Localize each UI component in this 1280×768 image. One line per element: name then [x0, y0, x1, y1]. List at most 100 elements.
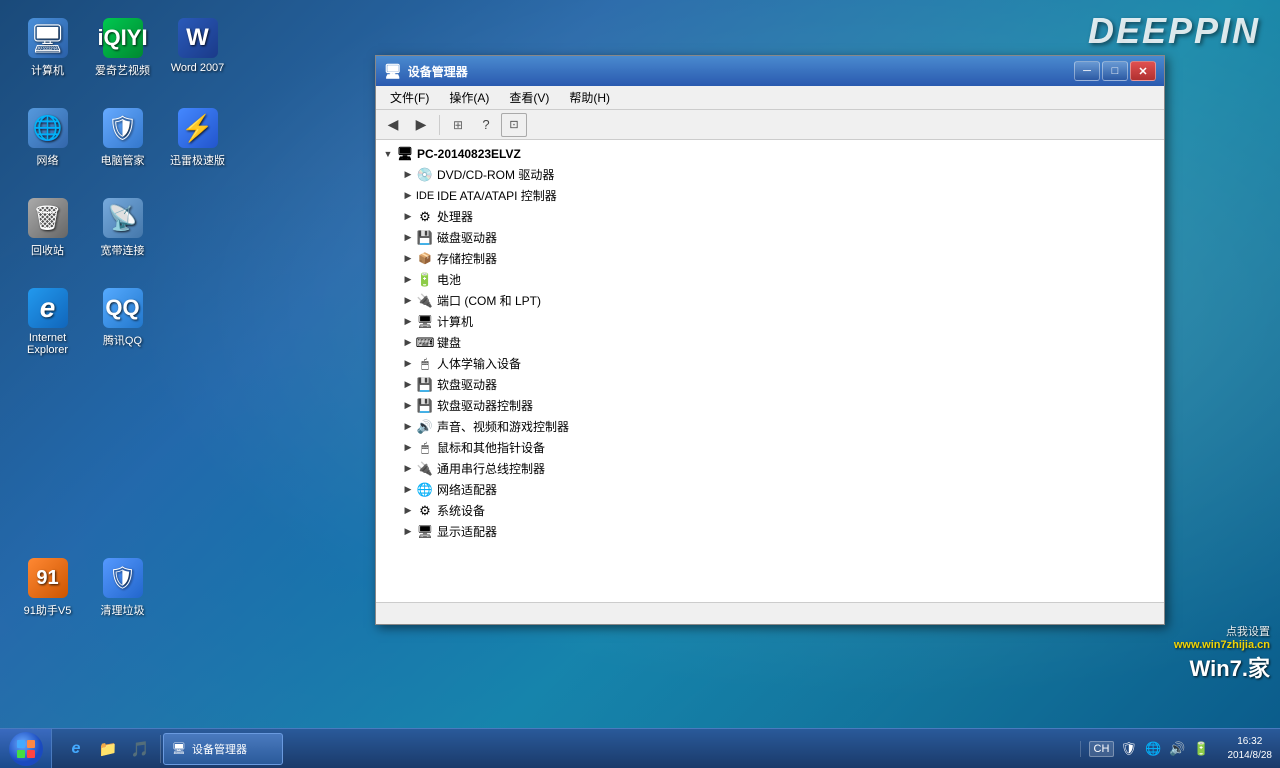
root-expand-icon[interactable]: ▼ — [380, 146, 396, 162]
comp-icon: 🖥 — [416, 314, 434, 330]
tree-item-system[interactable]: ▶ ⚙ 系统设备 — [400, 500, 1160, 521]
icon-label-thunder: 迅雷极速版 — [170, 152, 225, 168]
keyboard-expand[interactable]: ▶ — [400, 335, 416, 351]
menu-view[interactable]: 查看(V) — [499, 87, 559, 108]
icon-iqiyi[interactable]: iQIYI 爱奇艺视频 — [85, 10, 160, 100]
quick-explorer[interactable]: 📁 — [94, 735, 122, 763]
quick-launch: e 📁 🎵 — [56, 735, 161, 763]
floppy-ctrl-expand[interactable]: ▶ — [400, 398, 416, 414]
tray-network-icon[interactable]: 🌐 — [1143, 741, 1163, 757]
icon-91[interactable]: 91 91助手V5 — [10, 550, 85, 640]
battery-expand[interactable]: ▶ — [400, 272, 416, 288]
icon-ie[interactable]: e Internet Explorer — [10, 280, 85, 370]
tray-shield-icon[interactable]: 🛡 — [1118, 741, 1139, 757]
icon-computer[interactable]: 🖥 计算机 — [10, 10, 85, 100]
start-button[interactable] — [0, 729, 52, 768]
tree-item-battery[interactable]: ▶ 🔋 电池 — [400, 269, 1160, 290]
menu-action[interactable]: 操作(A) — [439, 87, 499, 108]
hid-icon: 🖱 — [416, 356, 434, 372]
promo-click-text: 点我设置 — [1174, 623, 1270, 639]
floppy-ctrl-label: 软盘驱动器控制器 — [437, 397, 533, 414]
icon-thunder[interactable]: ⚡ 迅雷极速版 — [160, 100, 235, 190]
display-expand[interactable]: ▶ — [400, 524, 416, 540]
tree-item-mouse[interactable]: ▶ 🖱 鼠标和其他指针设备 — [400, 437, 1160, 458]
icon-broadband[interactable]: 📡 宽带连接 — [85, 190, 160, 280]
menu-file[interactable]: 文件(F) — [380, 87, 439, 108]
port-expand[interactable]: ▶ — [400, 293, 416, 309]
tree-item-port[interactable]: ▶ 🔌 端口 (COM 和 LPT) — [400, 290, 1160, 311]
icon-label-recycle: 回收站 — [31, 242, 64, 258]
forward-button[interactable]: ▶ — [408, 113, 434, 137]
tray-volume-icon[interactable]: 🔊 — [1167, 741, 1187, 757]
icon-label-pcmgr: 电脑管家 — [101, 152, 145, 168]
system-expand[interactable]: ▶ — [400, 503, 416, 519]
tree-item-disk[interactable]: ▶ 💾 磁盘驱动器 — [400, 227, 1160, 248]
quick-ie[interactable]: e — [62, 735, 90, 763]
hid-expand[interactable]: ▶ — [400, 356, 416, 372]
sound-icon: 🔊 — [416, 419, 434, 435]
clock[interactable]: 16:32 2014/8/28 — [1220, 735, 1280, 763]
windows-icon — [16, 739, 36, 759]
icon-pcmgr[interactable]: 🛡 电脑管家 — [85, 100, 160, 190]
tree-item-comp[interactable]: ▶ 🖥 计算机 — [400, 311, 1160, 332]
battery-icon: 🔋 — [416, 272, 434, 288]
desktop-icon-grid: 🖥 计算机 iQIYI 爱奇艺视频 W Word 2007 🌐 网络 🛡 电脑管… — [10, 10, 235, 768]
scan-changes-button[interactable]: ⊡ — [501, 113, 527, 137]
close-button[interactable]: ✕ — [1130, 61, 1156, 81]
minimize-button[interactable]: ─ — [1074, 61, 1100, 81]
tree-item-sound[interactable]: ▶ 🔊 声音、视频和游戏控制器 — [400, 416, 1160, 437]
back-button[interactable]: ◀ — [380, 113, 406, 137]
taskbar: e 📁 🎵 🖥 设备管理器 CH 🛡 🌐 🔊 🔋 — [0, 728, 1280, 768]
broadband-icon: 📡 — [103, 198, 143, 238]
usb-expand[interactable]: ▶ — [400, 461, 416, 477]
comp-expand[interactable]: ▶ — [400, 314, 416, 330]
network-expand[interactable]: ▶ — [400, 482, 416, 498]
icon-qq[interactable]: QQ 腾讯QQ — [85, 280, 160, 370]
dvd-icon: 💿 — [416, 167, 434, 183]
tree-item-storage[interactable]: ▶ 📦 存储控制器 — [400, 248, 1160, 269]
tree-item-usb[interactable]: ▶ 🔌 通用串行总线控制器 — [400, 458, 1160, 479]
icon-recycle[interactable]: 🗑 回收站 — [10, 190, 85, 280]
clean-icon: 🛡 — [103, 558, 143, 598]
floppy-expand[interactable]: ▶ — [400, 377, 416, 393]
window-content[interactable]: ▼ 🖥 PC-20140823ELVZ ▶ 💿 DVD/CD-ROM 驱动器 ▶… — [376, 140, 1164, 602]
show-properties-button[interactable]: ⊞ — [445, 113, 471, 137]
ide-expand[interactable]: ▶ — [400, 188, 416, 204]
update-driver-button[interactable]: ? — [473, 113, 499, 137]
tree-item-keyboard[interactable]: ▶ ⌨ 键盘 — [400, 332, 1160, 353]
mouse-expand[interactable]: ▶ — [400, 440, 416, 456]
dvd-expand[interactable]: ▶ — [400, 167, 416, 183]
icon-label-qq: 腾讯QQ — [103, 332, 142, 348]
icon-label-91: 91助手V5 — [24, 602, 72, 618]
tree-item-floppy-ctrl[interactable]: ▶ 💾 软盘驱动器控制器 — [400, 395, 1160, 416]
disk-expand[interactable]: ▶ — [400, 230, 416, 246]
tree-item-ide[interactable]: ▶ IDE IDE ATA/ATAPI 控制器 — [400, 185, 1160, 206]
tree-item-floppy[interactable]: ▶ 💾 软盘驱动器 — [400, 374, 1160, 395]
tree-item-dvd[interactable]: ▶ 💿 DVD/CD-ROM 驱动器 — [400, 164, 1160, 185]
maximize-button[interactable]: □ — [1102, 61, 1128, 81]
tree-root[interactable]: ▼ 🖥 PC-20140823ELVZ — [380, 144, 1160, 164]
menu-help[interactable]: 帮助(H) — [559, 87, 620, 108]
tree-item-display[interactable]: ▶ 🖥 显示适配器 — [400, 521, 1160, 542]
hid-label: 人体学输入设备 — [437, 355, 521, 372]
network-adapter-icon: 🌐 — [416, 482, 434, 498]
lang-indicator[interactable]: CH — [1089, 741, 1115, 757]
storage-expand[interactable]: ▶ — [400, 251, 416, 267]
tree-item-network[interactable]: ▶ 🌐 网络适配器 — [400, 479, 1160, 500]
mouse-label: 鼠标和其他指针设备 — [437, 439, 545, 456]
cpu-expand[interactable]: ▶ — [400, 209, 416, 225]
icon-word2007[interactable]: W Word 2007 — [160, 10, 235, 100]
ide-icon: IDE — [416, 188, 434, 204]
tree-children: ▶ 💿 DVD/CD-ROM 驱动器 ▶ IDE IDE ATA/ATAPI 控… — [380, 164, 1160, 542]
network-icon: 🌐 — [28, 108, 68, 148]
root-computer-icon: 🖥 — [396, 146, 414, 162]
tree-item-cpu[interactable]: ▶ ⚙ 处理器 — [400, 206, 1160, 227]
window-controls: ─ □ ✕ — [1074, 61, 1156, 81]
taskbar-task-devmgr[interactable]: 🖥 设备管理器 — [163, 733, 283, 765]
quick-media[interactable]: 🎵 — [126, 735, 154, 763]
sound-expand[interactable]: ▶ — [400, 419, 416, 435]
icon-clean[interactable]: 🛡 清理垃圾 — [85, 550, 160, 640]
tray-battery-icon[interactable]: 🔋 — [1191, 741, 1211, 757]
tree-item-hid[interactable]: ▶ 🖱 人体学输入设备 — [400, 353, 1160, 374]
icon-network[interactable]: 🌐 网络 — [10, 100, 85, 190]
